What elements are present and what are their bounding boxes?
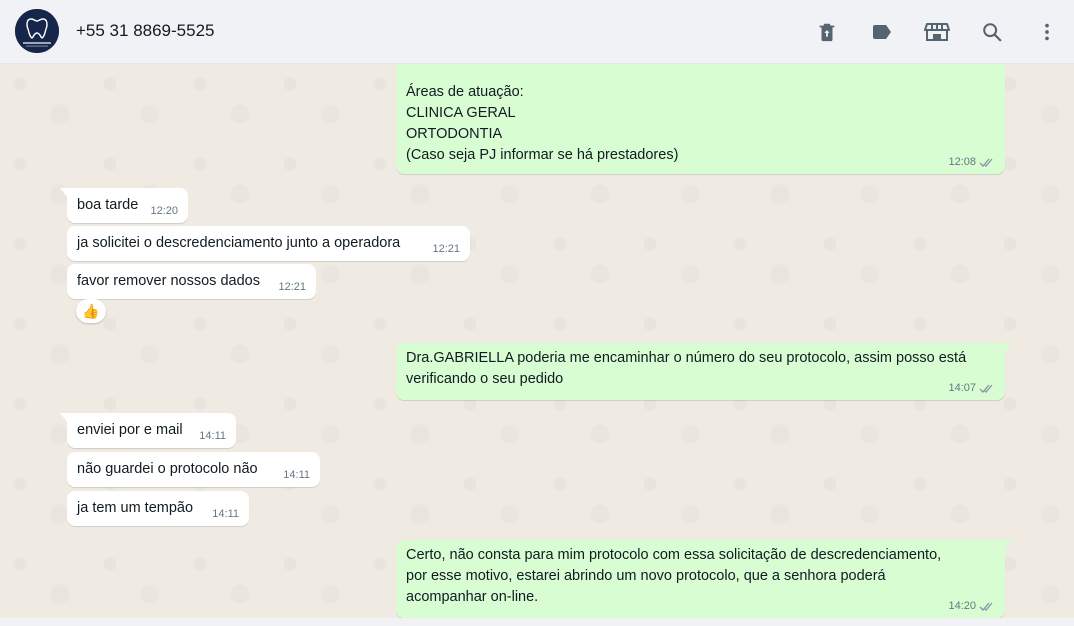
message-meta: 12:20: [150, 204, 178, 218]
message-meta: 12:21: [432, 242, 460, 256]
message-time: 12:08: [948, 156, 976, 168]
contact-name[interactable]: +55 31 8869-5525: [76, 21, 215, 41]
message-meta: 14:07: [948, 381, 995, 395]
chat-area[interactable]: Áreas de atuação: CLINICA GERAL ORTODONT…: [0, 64, 1074, 626]
thumbs-up-icon: 👍: [82, 302, 100, 319]
message-time: 14:11: [283, 469, 310, 481]
chat-header: +55 31 8869-5525: [0, 0, 1074, 64]
message-bubble-incoming[interactable]: enviei por e mail 14:11: [60, 413, 236, 448]
message-text: Áreas de atuação: CLINICA GERAL ORTODONT…: [406, 84, 679, 163]
label-icon: [873, 25, 891, 39]
menu-button[interactable]: [1031, 16, 1063, 48]
message-text: favor remover nossos dados: [77, 273, 260, 289]
menu-icon: [1045, 23, 1049, 41]
message-time: 12:21: [432, 243, 460, 255]
double-check-icon: [979, 384, 993, 393]
catalog-button[interactable]: [921, 16, 953, 48]
message-bubble-incoming[interactable]: ja tem um tempão 14:11: [67, 491, 249, 526]
message-time: 12:21: [278, 281, 306, 293]
message-text: não guardei o protocolo não: [77, 461, 258, 477]
tooth-logo-icon: [15, 9, 59, 53]
message-meta: 12:08: [948, 155, 995, 169]
message-text: Dra.GABRIELLA poderia me encaminhar o nú…: [406, 350, 967, 387]
delete-button[interactable]: [811, 16, 843, 48]
message-bubble-outgoing[interactable]: Áreas de atuação: CLINICA GERAL ORTODONT…: [396, 64, 1005, 174]
bubble-tail: [1004, 343, 1012, 353]
message-meta: 14:20: [948, 599, 995, 613]
message-bubble-incoming[interactable]: não guardei o protocolo não 14:11: [67, 452, 320, 487]
message-bubble-incoming[interactable]: favor remover nossos dados 12:21: [67, 264, 316, 299]
thumbs-up-reaction[interactable]: 👍: [76, 299, 106, 323]
footer-edge: [0, 618, 1074, 626]
double-check-icon: [979, 158, 993, 167]
message-bubble-outgoing[interactable]: Dra.GABRIELLA poderia me encaminhar o nú…: [396, 343, 1012, 400]
double-check-icon: [979, 602, 993, 611]
label-button[interactable]: [866, 16, 898, 48]
search-button[interactable]: [976, 16, 1008, 48]
message-bubble-incoming[interactable]: boa tarde 12:20: [60, 188, 188, 223]
message-meta: 14:11: [283, 468, 310, 482]
search-icon: [983, 23, 1002, 42]
bubble-tail: [60, 413, 68, 423]
message-time: 14:11: [212, 508, 239, 520]
catalog-icon: [924, 23, 950, 41]
message-meta: 12:21: [278, 280, 306, 294]
message-time: 14:20: [948, 600, 976, 612]
contact-avatar[interactable]: [15, 9, 59, 53]
message-meta: 14:11: [212, 507, 239, 521]
message-time: 12:20: [150, 205, 178, 217]
delete-icon: [819, 23, 835, 42]
message-text: Certo, não consta para mim protocolo com…: [406, 547, 942, 605]
message-bubble-incoming[interactable]: ja solicitei o descredenciamento junto a…: [67, 226, 470, 261]
message-time: 14:07: [948, 382, 976, 394]
bubble-tail: [1004, 540, 1012, 550]
bubble-tail: [60, 188, 68, 198]
message-time: 14:11: [199, 430, 226, 442]
message-meta: 14:11: [199, 429, 226, 443]
message-text: ja solicitei o descredenciamento junto a…: [77, 235, 401, 251]
message-bubble-outgoing[interactable]: Certo, não consta para mim protocolo com…: [396, 540, 1012, 618]
